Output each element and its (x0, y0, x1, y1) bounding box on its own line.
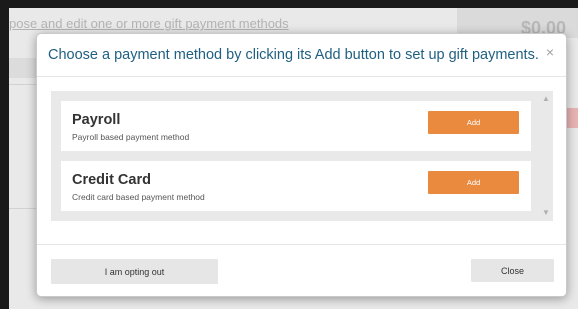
method-description: Credit card based payment method (72, 192, 205, 202)
background-row (9, 58, 39, 78)
add-payroll-button[interactable]: Add (428, 111, 519, 134)
close-button[interactable]: Close (471, 259, 554, 282)
divider (37, 244, 566, 245)
method-name: Payroll (72, 112, 121, 128)
add-credit-card-button[interactable]: Add (428, 171, 519, 194)
payment-method-list[interactable]: Payroll Payroll based payment method Add… (51, 91, 553, 221)
list-item-payroll: Payroll Payroll based payment method Add (61, 101, 531, 151)
payment-method-dialog: Choose a payment method by clicking its … (36, 33, 567, 297)
background-divider (9, 208, 39, 209)
background-header-link: pose and edit one or more gift payment m… (9, 16, 289, 31)
method-description: Payroll based payment method (72, 132, 190, 142)
divider (37, 76, 566, 77)
scrollbar[interactable]: ▲ ▼ (539, 91, 553, 221)
window-frame-left (0, 0, 9, 309)
window-frame-top (0, 0, 578, 8)
close-icon[interactable]: × (546, 45, 554, 59)
screen: pose and edit one or more gift payment m… (0, 0, 578, 309)
method-name: Credit Card (72, 172, 151, 188)
opt-out-button[interactable]: I am opting out (51, 259, 218, 284)
background-divider (9, 84, 39, 85)
list-item-credit-card: Credit Card Credit card based payment me… (61, 161, 531, 211)
chevron-up-icon[interactable]: ▲ (539, 93, 553, 105)
chevron-down-icon[interactable]: ▼ (539, 207, 553, 219)
dialog-title: Choose a payment method by clicking its … (48, 47, 539, 63)
